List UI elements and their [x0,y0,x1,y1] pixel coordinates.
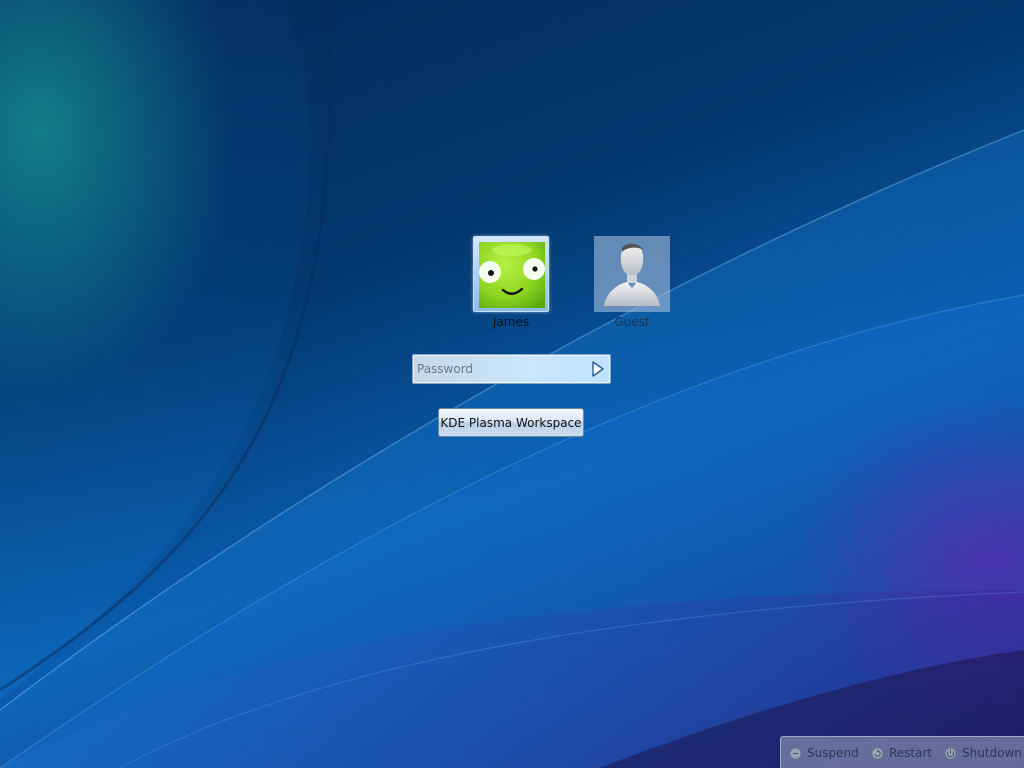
arrow-right-icon[interactable] [590,360,606,378]
user-name-james: James [492,315,530,329]
green-smiley-avatar-icon [479,242,545,308]
session-select-button[interactable]: KDE Plasma Workspace [438,408,584,437]
restart-label: Restart [889,746,933,760]
shutdown-button[interactable]: Shutdown [944,745,1022,761]
shutdown-icon [944,747,957,759]
guest-silhouette-icon [604,243,660,306]
power-bar: Suspend Restart Shutdown [780,736,1024,768]
user-tile-james[interactable] [473,236,549,312]
shutdown-label: Shutdown [962,746,1022,760]
password-field [412,354,611,384]
suspend-label: Suspend [807,746,859,760]
wallpaper [0,0,1024,768]
suspend-button[interactable]: Suspend [789,745,859,761]
restart-icon [871,747,884,759]
user-name-guest: Guest [614,315,650,329]
password-input[interactable] [415,359,587,379]
user-tile-guest[interactable] [594,236,670,312]
suspend-icon [789,747,802,759]
login-screen: James Guest KDE Plasma Workspace Suspend… [0,0,1024,768]
restart-button[interactable]: Restart [871,745,932,761]
